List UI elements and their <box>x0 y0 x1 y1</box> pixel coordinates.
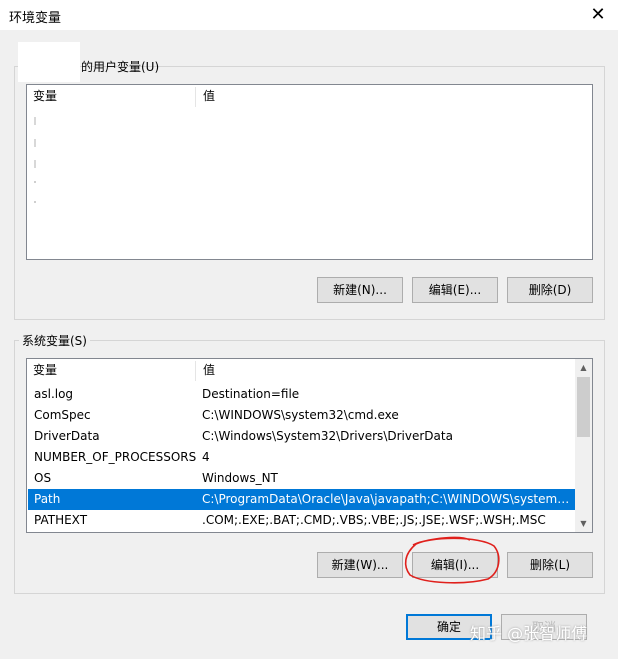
table-row[interactable]: NUMBER_OF_PROCESSORS 4 <box>28 447 575 468</box>
column-header-value[interactable]: 值 <box>197 85 215 107</box>
column-header-variable[interactable]: 变量 <box>27 85 57 107</box>
table-row[interactable]: OS Windows_NT <box>28 468 575 489</box>
redacted-row-mark <box>34 201 36 203</box>
redacted-row-mark <box>34 181 36 183</box>
system-new-button[interactable]: 新建(W)... <box>317 552 403 578</box>
user-vars-list[interactable]: 变量 值 <box>26 84 593 260</box>
var-name: DriverData <box>34 429 100 443</box>
redacted-row-mark <box>34 117 36 125</box>
var-value: C:\Windows\System32\Drivers\DriverData <box>202 429 453 443</box>
var-value: Destination=file <box>202 387 300 401</box>
var-value: .COM;.EXE;.BAT;.CMD;.VBS;.VBE;.JS;.JSE;.… <box>202 513 546 527</box>
close-button[interactable]: ✕ <box>578 0 618 30</box>
var-name: Path <box>34 492 61 506</box>
var-name: NUMBER_OF_PROCESSORS <box>34 450 197 464</box>
table-row[interactable]: DriverData C:\Windows\System32\Drivers\D… <box>28 426 575 447</box>
user-vars-label: 的用户变量(U) <box>81 60 160 74</box>
close-icon: ✕ <box>590 4 606 25</box>
var-name: OS <box>34 471 52 485</box>
scroll-down-icon[interactable]: ▼ <box>575 515 592 532</box>
redacted-username <box>18 42 80 82</box>
var-value: C:\ProgramData\Oracle\Java\javapath;C:\W… <box>202 492 570 506</box>
scrollbar-thumb[interactable] <box>577 377 590 437</box>
user-new-button[interactable]: 新建(N)... <box>317 277 403 303</box>
user-edit-button[interactable]: 编辑(E)... <box>412 277 498 303</box>
var-name: asl.log <box>34 387 74 401</box>
table-row[interactable]: asl.log Destination=file <box>28 384 575 405</box>
system-delete-button[interactable]: 删除(L) <box>507 552 593 578</box>
user-vars-header: 变量 值 <box>27 85 592 107</box>
var-name: ComSpec <box>34 408 91 422</box>
watermark: 知乎 @张智师傅 <box>470 624 588 643</box>
title-bar: 环境变量 ✕ <box>0 0 618 30</box>
var-name: PATHEXT <box>34 513 88 527</box>
column-header-value[interactable]: 值 <box>197 359 215 381</box>
window-title: 环境变量 <box>9 11 62 26</box>
system-vars-header: 变量 值 <box>27 359 575 381</box>
var-value: C:\WINDOWS\system32\cmd.exe <box>202 408 399 422</box>
table-row-selected[interactable]: Path C:\ProgramData\Oracle\Java\javapath… <box>28 489 575 510</box>
scroll-up-icon[interactable]: ▲ <box>575 359 592 376</box>
redacted-row-mark <box>34 139 36 147</box>
system-vars-scrollbar[interactable]: ▲ ▼ <box>575 359 592 532</box>
column-header-variable[interactable]: 变量 <box>27 359 57 381</box>
system-edit-button[interactable]: 编辑(I)... <box>412 552 498 578</box>
system-vars-label: 系统变量(S) <box>19 332 90 349</box>
var-value: Windows_NT <box>202 471 278 485</box>
table-row[interactable]: ComSpec C:\WINDOWS\system32\cmd.exe <box>28 405 575 426</box>
system-vars-list[interactable]: 变量 值 asl.log Destination=file ComSpec C:… <box>26 358 593 533</box>
user-delete-button[interactable]: 删除(D) <box>507 277 593 303</box>
redacted-row-mark <box>34 160 36 168</box>
table-row[interactable]: PATHEXT .COM;.EXE;.BAT;.CMD;.VBS;.VBE;.J… <box>28 510 575 531</box>
var-value: 4 <box>202 450 210 464</box>
